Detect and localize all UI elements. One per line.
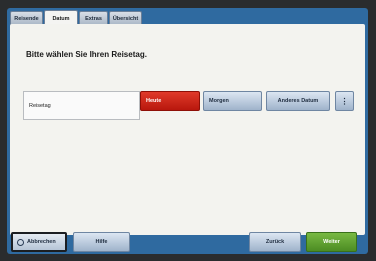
ticket-machine-screen: Reisende Datum Extras Übersicht Bitte wä… [7,8,368,254]
page-title: Bitte wählen Sie Ihren Reisetag. [26,50,147,59]
cancel-button[interactable]: Abbrechen [11,232,67,252]
cancel-label: Abbrechen [27,239,56,245]
tab-uebersicht[interactable]: Übersicht [109,11,142,25]
travel-day-label: Reisetag [29,102,51,109]
tab-extras[interactable]: Extras [79,11,108,25]
content-panel: Bitte wählen Sie Ihren Reisetag. Reiseta… [10,24,365,235]
today-button[interactable]: Heute [140,91,200,111]
tomorrow-button[interactable]: Morgen [203,91,262,111]
back-button[interactable]: Zurück [249,232,301,252]
cancel-icon [17,238,24,246]
tab-reisende[interactable]: Reisende [10,11,43,25]
travel-day-field: Reisetag [23,91,140,120]
other-date-button[interactable]: Anderes Datum [266,91,330,111]
next-button[interactable]: Weiter [306,232,357,252]
help-button[interactable]: Hilfe [73,232,130,252]
more-options-button[interactable]: ⋮ [335,91,354,111]
